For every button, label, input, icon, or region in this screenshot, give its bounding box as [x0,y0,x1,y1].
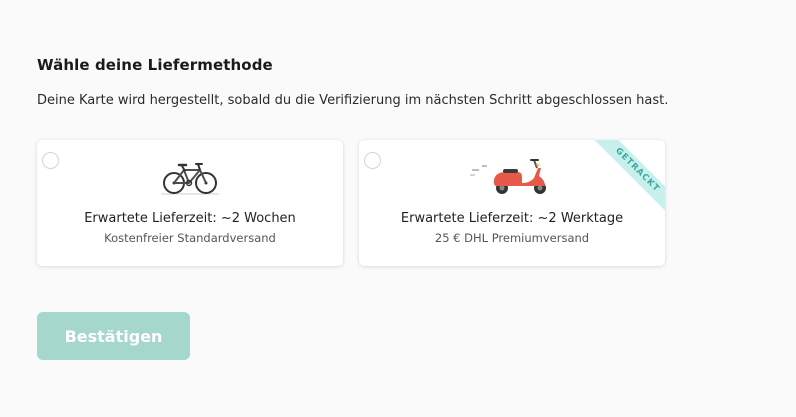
option-detail: 25 € DHL Premiumversand [434,231,590,245]
scooter-icon [470,156,554,202]
delivery-option-standard[interactable]: Erwartete Lieferzeit: ~2 Wochen Kostenfr… [37,140,343,266]
tracked-ribbon: GETRACKT [585,140,665,220]
page-description: Deine Karte wird hergestellt, sobald du … [37,93,669,108]
confirm-button[interactable]: Bestätigen [37,312,190,360]
option-detail: Kostenfreier Standardversand [104,231,276,245]
bicycle-icon [160,156,220,202]
tracked-badge: GETRACKT [588,140,665,219]
radio-standard[interactable] [42,152,59,169]
option-eta: Erwartete Lieferzeit: ~2 Werktage [400,211,624,226]
option-eta: Erwartete Lieferzeit: ~2 Wochen [84,211,296,226]
delivery-option-premium[interactable]: Erwartete Lieferzeit: ~2 Werktage 25 € D… [359,140,665,266]
page-title: Wähle deine Liefermethode [37,56,273,74]
radio-premium[interactable] [364,152,381,169]
